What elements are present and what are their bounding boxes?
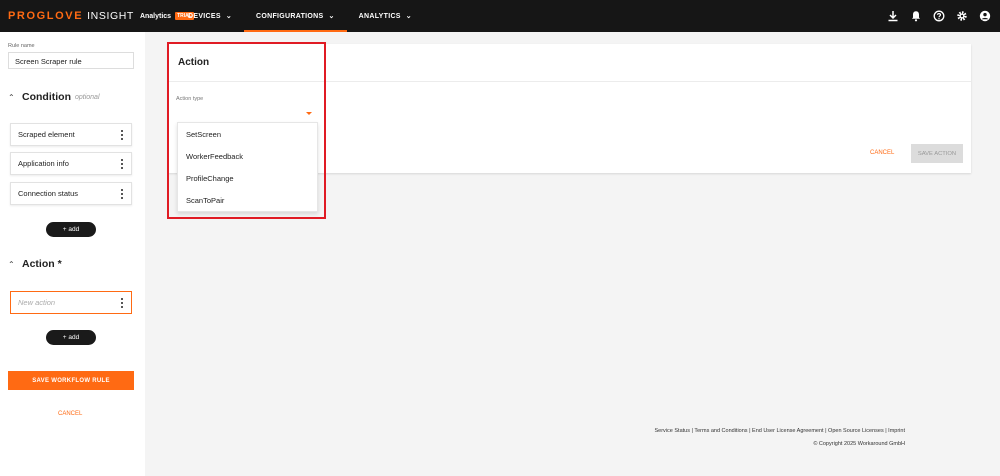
chevron-down-icon: ⌄ [328,13,335,20]
rule-name-input[interactable]: Screen Scraper rule [8,52,134,69]
chevron-up-icon: ⌃ [8,92,15,102]
condition-item-label: Connection status [18,189,79,198]
bell-icon[interactable] [905,5,927,27]
new-action-item[interactable]: New action [10,291,132,314]
main-nav: DEVICES ⌄ CONFIGURATIONS ⌄ ANALYTICS ⌄ [176,0,424,32]
nav-configurations-label: CONFIGURATIONS [256,12,324,20]
action-card-title: Action [178,57,210,68]
add-condition-button[interactable]: + add [46,222,96,237]
dropdown-arrow-icon [306,112,312,115]
more-vert-icon[interactable] [119,158,125,170]
brand-name: PROGLOVE [8,10,84,22]
option-scantopair[interactable]: ScanToPair [178,189,317,211]
condition-item-scraped-element[interactable]: Scraped element [10,123,132,146]
rule-editor-panel: Rule name Screen Scraper rule ⌃ Conditio… [0,32,145,476]
condition-item-application-info[interactable]: Application info [10,152,132,175]
nav-analytics[interactable]: ANALYTICS ⌄ [347,0,424,32]
nav-devices[interactable]: DEVICES ⌄ [176,0,244,32]
cancel-rule-button[interactable]: CANCEL [58,411,82,417]
settings-icon[interactable] [951,5,973,27]
action-type-select[interactable] [177,107,318,123]
cancel-action-button[interactable]: CANCEL [870,150,894,156]
condition-item-connection-status[interactable]: Connection status [10,182,132,205]
help-icon[interactable] [928,5,950,27]
condition-optional-label: optional [74,93,100,101]
chevron-down-icon: ⌄ [225,13,233,20]
option-profilechange[interactable]: ProfileChange [178,167,317,189]
option-setscreen[interactable]: SetScreen [178,123,317,145]
nav-configurations[interactable]: CONFIGURATIONS ⌄ [244,0,347,32]
top-icons [881,0,996,32]
more-vert-icon[interactable] [119,297,125,309]
account-icon[interactable] [974,5,996,27]
brand-subproduct: Analytics [139,12,172,20]
footer-copyright: © Copyright 2025 Workaround GmbH [813,441,905,447]
more-vert-icon[interactable] [119,129,125,141]
nav-analytics-label: ANALYTICS [358,12,401,20]
condition-item-label: Application info [18,159,69,168]
chevron-up-icon: ⌃ [8,259,15,269]
action-section-header[interactable]: ⌃ Action * [8,258,62,270]
condition-title: Condition [22,91,71,103]
brand-logo[interactable]: PROGLOVE INSIGHT Analytics TRIAL [0,10,194,22]
option-workerfeedback[interactable]: WorkerFeedback [178,145,317,167]
save-workflow-rule-button[interactable]: SAVE WORKFLOW RULE [8,371,134,390]
download-icon[interactable] [882,5,904,27]
more-vert-icon[interactable] [119,188,125,200]
footer-links[interactable]: Service Status | Terms and Conditions | … [560,428,906,434]
action-title: Action * [22,258,62,270]
condition-item-label: Scraped element [18,130,75,139]
nav-devices-label: DEVICES [188,12,221,20]
divider [168,81,971,82]
brand-product: INSIGHT [87,10,134,22]
save-action-button: SAVE ACTION [911,144,963,163]
condition-section-header[interactable]: ⌃ Condition optional [8,91,100,103]
new-action-placeholder: New action [18,298,56,307]
action-type-label: Action type [176,96,204,102]
rule-name-label: Rule name [8,43,35,49]
chevron-down-icon: ⌄ [405,13,412,20]
top-bar: PROGLOVE INSIGHT Analytics TRIAL DEVICES… [0,0,1000,32]
action-type-dropdown: SetScreen WorkerFeedback ProfileChange S… [177,122,318,212]
add-action-button[interactable]: + add [46,330,96,345]
